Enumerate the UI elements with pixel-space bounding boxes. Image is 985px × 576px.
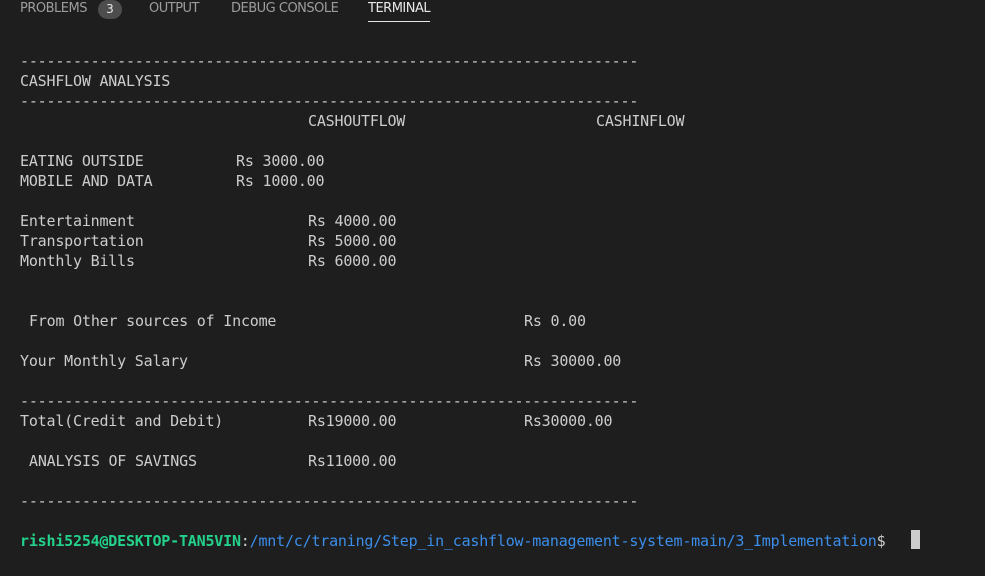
prompt-symbol: $ (876, 532, 886, 550)
entertainment-value: Rs 4000.00 (308, 212, 397, 230)
prompt-colon: : (240, 532, 250, 550)
terminal-output[interactable]: ----------------------------------------… (0, 0, 985, 576)
report-title: CASHFLOW ANALYSIS (20, 72, 171, 90)
transportation-value: Rs 5000.00 (308, 232, 397, 250)
separator-line: ----------------------------------------… (20, 52, 639, 70)
transportation-label: Transportation (20, 232, 144, 250)
column-header-outflow: CASHOUTFLOW (308, 112, 406, 130)
column-header-inflow: CASHINFLOW (596, 112, 685, 130)
monthly-bills-value: Rs 6000.00 (308, 252, 397, 270)
other-income-value: Rs 0.00 (524, 312, 586, 330)
total-label: Total(Credit and Debit) (20, 412, 224, 430)
monthly-bills-label: Monthly Bills (20, 252, 135, 270)
prompt-user-host: rishi5254@DESKTOP-TAN5VIN (20, 532, 241, 550)
separator-line: ----------------------------------------… (20, 492, 639, 510)
monthly-salary-value: Rs 30000.00 (524, 352, 622, 370)
shell-prompt: rishi5254@DESKTOP-TAN5VIN:/mnt/c/traning… (20, 531, 886, 551)
eating-outside-value: Rs 3000.00 (236, 152, 325, 170)
savings-value: Rs11000.00 (308, 452, 397, 470)
savings-label: ANALYSIS OF SAVINGS (29, 452, 197, 470)
total-credit-value: Rs30000.00 (524, 412, 613, 430)
other-income-label: From Other sources of Income (29, 312, 277, 330)
monthly-salary-label: Your Monthly Salary (20, 352, 188, 370)
entertainment-label: Entertainment (20, 212, 135, 230)
eating-outside-label: EATING OUTSIDE (20, 152, 144, 170)
terminal-cursor (911, 530, 920, 549)
separator-line: ----------------------------------------… (20, 92, 639, 110)
separator-line: ----------------------------------------… (20, 392, 639, 410)
prompt-path: /mnt/c/traning/Step_in_cashflow-manageme… (249, 532, 877, 550)
terminal-panel: PROBLEMS 3 OUTPUT DEBUG CONSOLE TERMINAL… (0, 0, 985, 576)
mobile-data-value: Rs 1000.00 (236, 172, 325, 190)
total-debit-value: Rs19000.00 (308, 412, 397, 430)
mobile-data-label: MOBILE AND DATA (20, 172, 153, 190)
